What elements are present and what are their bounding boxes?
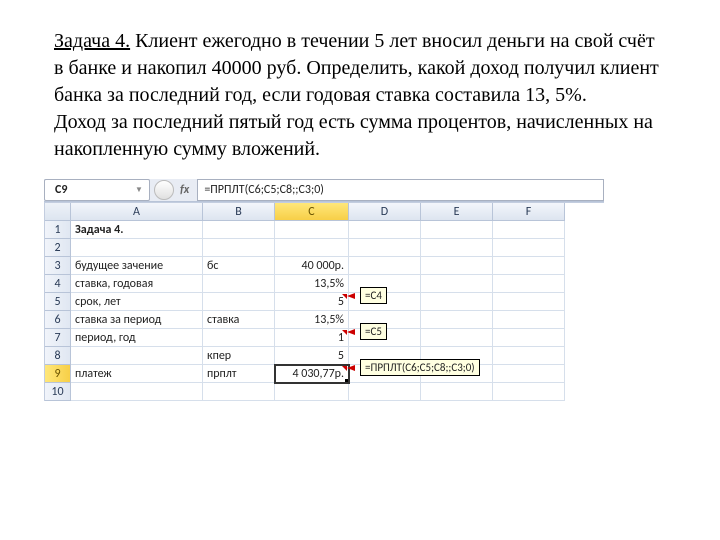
problem-body-1: Клиент ежегодно в течении 5 лет вносил д… [54,30,659,106]
cell-E2[interactable] [421,239,493,257]
cell-A4[interactable]: ставка, годовая [71,275,203,293]
column-header-D[interactable]: D [349,203,421,221]
cell-F3[interactable] [493,257,565,275]
cell-F10[interactable] [493,383,565,401]
cell-C7[interactable]: 1 [275,329,349,347]
cell-C10[interactable] [275,383,349,401]
cell-A2[interactable] [71,239,203,257]
cell-F9[interactable] [493,365,565,383]
cell-E6[interactable] [421,311,493,329]
cell-B5[interactable] [203,293,275,311]
trace-arrow-icon [347,293,355,299]
column-header-F[interactable]: F [493,203,565,221]
cell-F2[interactable] [493,239,565,257]
trace-arrow-icon [347,365,355,371]
formula-bar[interactable]: =ПРПЛТ(C6;C5;C8;;C3;0) [197,179,604,201]
cell-C4[interactable]: 13,5% [275,275,349,293]
cell-F5[interactable] [493,293,565,311]
formula-tip-c7: =C5 [360,323,387,340]
cell-E10[interactable] [421,383,493,401]
cell-E5[interactable] [421,293,493,311]
formula-tip-c9: =ПРПЛТ(C6;C5;C8;;C3;0) [360,359,480,376]
row-header-2[interactable]: 2 [45,239,71,257]
cell-E4[interactable] [421,275,493,293]
cell-F4[interactable] [493,275,565,293]
cell-C6[interactable]: 13,5% [275,311,349,329]
column-header-B[interactable]: B [203,203,275,221]
row-header-10[interactable]: 10 [45,383,71,401]
name-box[interactable]: C9 ▼ [44,179,150,201]
formula-bar-value: =ПРПЛТ(C6;C5;C8;;C3;0) [204,183,324,197]
row-header-9[interactable]: 9 [45,365,71,383]
excel-fragment: C9 ▼ fx =ПРПЛТ(C6;C5;C8;;C3;0) ABCDEF1За… [44,179,604,401]
cell-C5[interactable]: 5 [275,293,349,311]
select-all-corner[interactable] [45,203,71,221]
cell-D10[interactable] [349,383,421,401]
row-header-7[interactable]: 7 [45,329,71,347]
row-header-8[interactable]: 8 [45,347,71,365]
cell-A5[interactable]: срок, лет [71,293,203,311]
column-header-C[interactable]: C [275,203,349,221]
cell-A9[interactable]: платеж [71,365,203,383]
cell-E7[interactable] [421,329,493,347]
cell-E1[interactable] [421,221,493,239]
formula-buttons [154,180,174,200]
cell-B6[interactable]: ставка [203,311,275,329]
cell-C9[interactable]: 4 030,77р. [275,365,349,383]
name-box-value: C9 [55,183,67,197]
cell-C3[interactable]: 40 000р. [275,257,349,275]
cell-D1[interactable] [349,221,421,239]
spreadsheet-grid[interactable]: ABCDEF1Задача 4.23будущее зачениебс40 00… [44,202,604,401]
name-box-dropdown-icon[interactable]: ▼ [132,183,146,197]
cell-B2[interactable] [203,239,275,257]
cell-C2[interactable] [275,239,349,257]
problem-body-2: Доход за последний пятый год есть сумма … [54,111,653,160]
formula-bar-row: C9 ▼ fx =ПРПЛТ(C6;C5;C8;;C3;0) [44,179,604,202]
cell-B1[interactable] [203,221,275,239]
row-header-4[interactable]: 4 [45,275,71,293]
cell-D3[interactable] [349,257,421,275]
column-header-E[interactable]: E [421,203,493,221]
formula-tip-c5: =C4 [360,287,387,304]
fx-icon[interactable]: fx [180,183,189,197]
cell-D2[interactable] [349,239,421,257]
cell-F6[interactable] [493,311,565,329]
cell-E3[interactable] [421,257,493,275]
fill-handle[interactable] [345,379,349,383]
cell-B9[interactable]: прплт [203,365,275,383]
problem-text: Задача 4. Клиент ежегодно в течении 5 ле… [0,0,720,173]
cell-C8[interactable]: 5 [275,347,349,365]
cell-C1[interactable] [275,221,349,239]
row-header-1[interactable]: 1 [45,221,71,239]
cell-B10[interactable] [203,383,275,401]
cell-F1[interactable] [493,221,565,239]
cell-B8[interactable]: кпер [203,347,275,365]
column-header-A[interactable]: A [71,203,203,221]
cell-A1[interactable]: Задача 4. [71,221,203,239]
cell-B3[interactable]: бс [203,257,275,275]
row-header-5[interactable]: 5 [45,293,71,311]
cell-A10[interactable] [71,383,203,401]
cell-A3[interactable]: будущее зачение [71,257,203,275]
problem-title: Задача 4. [54,30,130,52]
cell-B4[interactable] [203,275,275,293]
row-header-3[interactable]: 3 [45,257,71,275]
cell-F8[interactable] [493,347,565,365]
cell-A6[interactable]: ставка за период [71,311,203,329]
cell-A8[interactable] [71,347,203,365]
row-header-6[interactable]: 6 [45,311,71,329]
fx-cancel-icon[interactable] [154,180,174,200]
trace-arrow-icon [347,329,355,335]
cell-B7[interactable] [203,329,275,347]
cell-A7[interactable]: период, год [71,329,203,347]
cell-F7[interactable] [493,329,565,347]
